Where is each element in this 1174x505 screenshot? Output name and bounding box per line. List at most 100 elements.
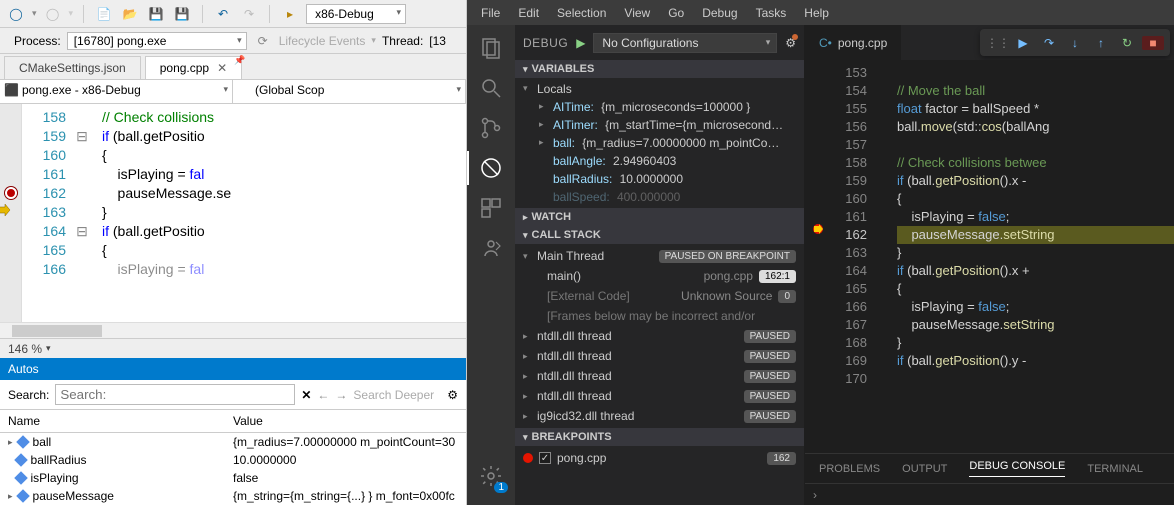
callstack-row[interactable]: [Frames below may be incorrect and/or — [515, 306, 804, 326]
step-into-icon[interactable]: ↓ — [1064, 36, 1086, 50]
watch-pane-header[interactable]: ▸WATCH — [515, 208, 804, 226]
step-out-icon[interactable]: ↑ — [1090, 36, 1112, 50]
stop-icon[interactable]: ■ — [1142, 36, 1164, 50]
debug-config-dropdown[interactable]: No Configurations — [593, 33, 777, 53]
clear-search-icon[interactable]: ✕ — [301, 388, 311, 402]
locals-header[interactable]: ▾Locals — [515, 80, 804, 98]
panel-tab-terminal[interactable]: TERMINAL — [1087, 463, 1143, 475]
menu-view[interactable]: View — [616, 4, 658, 22]
extensions-icon[interactable] — [474, 191, 508, 225]
search-label: Search: — [8, 388, 49, 402]
step-over-icon[interactable]: ↷ — [1038, 36, 1060, 50]
undo-icon[interactable]: ↶ — [213, 4, 233, 24]
breakpoint-glyph[interactable] — [5, 187, 17, 199]
autos-search-input[interactable] — [55, 384, 295, 405]
debug-settings-icon[interactable]: ⚙ — [785, 36, 796, 50]
breakpoint-checkbox[interactable]: ✓ — [539, 452, 551, 464]
callstack-row[interactable]: ▸ntdll.dll threadPAUSED — [515, 366, 804, 386]
variable-row[interactable]: ballRadius: 10.0000000 — [515, 170, 804, 188]
search-icon[interactable] — [474, 71, 508, 105]
settings-gear-icon[interactable]: ⚙ — [447, 388, 458, 402]
tab-pong-cpp[interactable]: pong.cpp📌✕ — [145, 56, 242, 79]
manage-gear-icon[interactable]: 1 — [474, 459, 508, 493]
callstack-row[interactable]: [External Code]Unknown Source0 — [515, 286, 804, 306]
variable-row[interactable]: ▸ball: {m_radius=7.00000000 m_pointCo… — [515, 134, 804, 152]
continue-icon[interactable]: ▶ — [1012, 36, 1034, 50]
close-icon[interactable]: ✕ — [217, 61, 227, 75]
breakpoint-row[interactable]: ✓pong.cpp162 — [515, 448, 804, 468]
debug-toolbar[interactable]: ⋮⋮ ▶ ↷ ↓ ↑ ↻ ■ — [980, 29, 1170, 56]
vs-code-editor[interactable]: 158159160161162163164165166 ⊟⊟ // Check … — [0, 104, 466, 322]
process-dropdown[interactable]: [16780] pong.exe — [67, 32, 247, 50]
menu-edit[interactable]: Edit — [510, 4, 547, 22]
callstack-row[interactable]: ▾Main ThreadPAUSED ON BREAKPOINT — [515, 246, 804, 266]
nav-forward-icon: ◯ — [43, 4, 63, 24]
editor-tabs: C•pong.cpp ⋮⋮ ▶ ↷ ↓ ↑ ↻ ■ — [805, 25, 1174, 60]
nav-back-dropdown-icon[interactable]: ▾ — [32, 8, 37, 19]
source-control-icon[interactable] — [474, 111, 508, 145]
callstack-pane-header[interactable]: ▾CALL STACK — [515, 226, 804, 244]
breakpoint-dot-icon — [523, 453, 533, 463]
callstack-row[interactable]: ▸ntdll.dll threadPAUSED — [515, 346, 804, 366]
variable-row[interactable]: ▸AITimer: {m_startTime={m_microsecond… — [515, 116, 804, 134]
breadcrumb[interactable]: › — [805, 483, 1174, 505]
editor-area: C•pong.cpp ⋮⋮ ▶ ↷ ↓ ↑ ↻ ■ 15315415515615… — [805, 25, 1174, 505]
redo-icon[interactable]: ↷ — [239, 4, 259, 24]
col-value[interactable]: Value — [233, 414, 263, 428]
activity-bar: 1 — [467, 25, 515, 505]
save-all-icon[interactable]: 💾 — [172, 4, 192, 24]
drag-handle-icon[interactable]: ⋮⋮ — [986, 36, 1008, 50]
panel-tab-output[interactable]: OUTPUT — [902, 463, 947, 475]
variable-row[interactable]: ballAngle: 2.94960403 — [515, 152, 804, 170]
config-dropdown[interactable]: x86-Debug — [306, 4, 406, 24]
restart-icon[interactable]: ↻ — [1116, 36, 1138, 50]
nav-scope-dropdown[interactable]: (Global Scop — [233, 80, 466, 103]
autos-row[interactable]: ballRadius10.0000000 — [0, 451, 466, 469]
menu-file[interactable]: File — [473, 4, 508, 22]
menu-go[interactable]: Go — [660, 4, 692, 22]
new-file-icon[interactable]: 📄 — [94, 4, 114, 24]
autos-header: Name Value — [0, 410, 466, 433]
callstack-row[interactable]: main()pong.cpp162:1 — [515, 266, 804, 286]
thread-label: Thread: — [382, 34, 423, 48]
tab-cmakesettings[interactable]: CMakeSettings.json — [4, 56, 141, 79]
live-share-icon[interactable] — [474, 231, 508, 265]
debug-icon[interactable] — [474, 151, 508, 185]
autos-row[interactable]: ▸ball{m_radius=7.00000000 m_pointCount=3… — [0, 433, 466, 451]
variables-pane-header[interactable]: ▾VARIABLES — [515, 60, 804, 78]
search-deeper-link[interactable]: Search Deeper — [353, 388, 434, 402]
menu-help[interactable]: Help — [796, 4, 837, 22]
lifecycle-dropdown[interactable]: Lifecycle Events — [279, 34, 366, 48]
start-icon[interactable]: ▸ — [280, 4, 300, 24]
update-badge: 1 — [494, 482, 508, 493]
autos-row[interactable]: ▸pauseMessage{m_string={m_string={...} }… — [0, 487, 466, 505]
cycle-icon[interactable]: ⟳ — [253, 31, 273, 51]
autos-row[interactable]: isPlayingfalse — [0, 469, 466, 487]
nav-fwd-dropdown-icon: ▾ — [69, 8, 74, 19]
menu-selection[interactable]: Selection — [549, 4, 614, 22]
callstack-row[interactable]: ▸ntdll.dll threadPAUSED — [515, 386, 804, 406]
menu-debug[interactable]: Debug — [694, 4, 745, 22]
breakpoint-current-icon[interactable] — [811, 224, 825, 239]
callstack-row[interactable]: ▸ntdll.dll threadPAUSED — [515, 326, 804, 346]
vscode-menubar: FileEditSelectionViewGoDebugTasksHelp — [467, 0, 1174, 25]
breakpoints-pane-header[interactable]: ▾BREAKPOINTS — [515, 428, 804, 446]
nav-project-dropdown[interactable]: ⬛pong.exe - x86-Debug — [0, 80, 233, 103]
code-editor[interactable]: 1531541551561571581591601611621631641651… — [805, 60, 1174, 453]
variable-row[interactable]: ballSpeed: 400.000000 — [515, 188, 804, 206]
callstack-row[interactable]: ▸ig9icd32.dll threadPAUSED — [515, 406, 804, 426]
tab-pong-cpp[interactable]: C•pong.cpp — [805, 25, 902, 60]
menu-tasks[interactable]: Tasks — [748, 4, 795, 22]
editor-horizontal-scrollbar[interactable] — [0, 322, 466, 338]
pin-icon[interactable]: 📌 — [234, 55, 245, 66]
save-icon[interactable]: 💾 — [146, 4, 166, 24]
start-debug-icon[interactable]: ▶ — [576, 36, 585, 50]
vs-zoom-status[interactable]: 146 %▾ — [0, 338, 466, 358]
panel-tab-debug-console[interactable]: DEBUG CONSOLE — [969, 460, 1065, 477]
open-file-icon[interactable]: 📂 — [120, 4, 140, 24]
variable-row[interactable]: ▸AITime: {m_microseconds=100000 } — [515, 98, 804, 116]
col-name[interactable]: Name — [8, 414, 233, 428]
explorer-icon[interactable] — [474, 31, 508, 65]
nav-back-icon[interactable]: ◯ — [6, 4, 26, 24]
panel-tab-problems[interactable]: PROBLEMS — [819, 463, 880, 475]
